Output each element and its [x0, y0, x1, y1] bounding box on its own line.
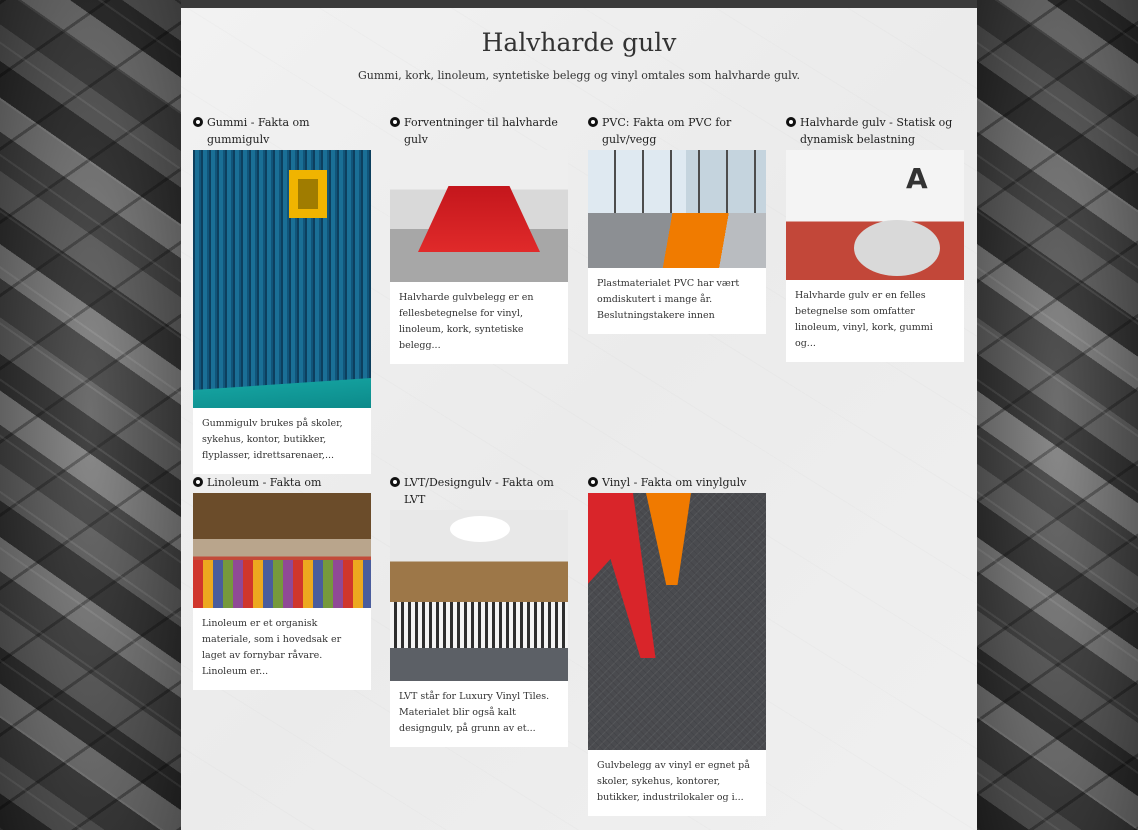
wood-background-left	[0, 0, 181, 830]
card-image[interactable]	[193, 150, 371, 408]
content-panel: Halvharde gulv Gummi, kork, linoleum, sy…	[181, 8, 977, 830]
ceiling-light-shape	[450, 516, 510, 542]
card-title-link[interactable]: Halvharde gulv - Statisk og dynamisk bel…	[786, 114, 964, 148]
card-description: Linoleum er et organisk materiale, som i…	[193, 608, 371, 690]
card-lvt[interactable]: LVT/Designgulv - Fakta om LVT LVT står f…	[390, 474, 568, 747]
card-title-text: Linoleum - Fakta om	[207, 476, 322, 489]
card-title-link[interactable]: Vinyl - Fakta om vinylgulv	[588, 474, 766, 491]
card-title-link[interactable]: LVT/Designgulv - Fakta om LVT	[390, 474, 568, 508]
card-title-link[interactable]: Linoleum - Fakta om	[193, 474, 371, 491]
page-subtitle: Gummi, kork, linoleum, syntetiske belegg…	[358, 69, 800, 82]
card-title-text: Halvharde gulv - Statisk og dynamisk bel…	[800, 116, 953, 146]
orange-chair-shape	[646, 493, 691, 585]
card-title-text: PVC: Fakta om PVC for gulv/vegg	[602, 116, 732, 146]
bullet-icon	[588, 117, 598, 127]
card-title-text: Gummi - Fakta om gummigulv	[207, 116, 310, 146]
card-description: Halvharde gulvbelegg er en fellesbetegne…	[390, 282, 568, 364]
card-pvc[interactable]: PVC: Fakta om PVC for gulv/vegg Plastmat…	[588, 114, 766, 334]
image-letter: A	[906, 162, 928, 195]
bullet-icon	[390, 117, 400, 127]
card-description: Gummigulv brukes på skoler, sykehus, kon…	[193, 408, 371, 474]
card-forventninger[interactable]: Forventninger til halvharde gulv Halvhar…	[390, 114, 568, 364]
card-image[interactable]	[390, 510, 568, 681]
card-title-text: Forventninger til halvharde gulv	[404, 116, 558, 146]
card-gummi[interactable]: Gummi - Fakta om gummigulv Gummigulv bru…	[193, 114, 371, 474]
card-image[interactable]	[193, 493, 371, 608]
card-image[interactable]	[588, 150, 766, 268]
card-linoleum[interactable]: Linoleum - Fakta om Linoleum er et organ…	[193, 474, 371, 690]
card-title-text: LVT/Designgulv - Fakta om LVT	[404, 476, 554, 506]
wine-shelf-shape	[390, 602, 568, 648]
card-image[interactable]	[390, 150, 568, 282]
floor-shape	[588, 213, 766, 268]
card-title-link[interactable]: PVC: Fakta om PVC for gulv/vegg	[588, 114, 766, 148]
card-image[interactable]: A	[786, 150, 964, 280]
window-frame-shape	[588, 150, 766, 213]
colored-tiles-shape	[193, 560, 371, 608]
card-description: Plastmaterialet PVC har vært omdiskutert…	[588, 268, 766, 334]
bullet-icon	[390, 477, 400, 487]
card-statisk[interactable]: Halvharde gulv - Statisk og dynamisk bel…	[786, 114, 964, 362]
card-image[interactable]	[588, 493, 766, 750]
card-description: Halvharde gulv er en felles betegnelse s…	[786, 280, 964, 362]
wood-background-right	[977, 0, 1138, 830]
card-title-text: Vinyl - Fakta om vinylgulv	[602, 476, 747, 489]
card-description: LVT står for Luxury Vinyl Tiles. Materia…	[390, 681, 568, 747]
card-description: Gulvbelegg av vinyl er egnet på skoler, …	[588, 750, 766, 816]
bullet-icon	[588, 477, 598, 487]
bullet-icon	[193, 117, 203, 127]
bullet-icon	[193, 477, 203, 487]
card-vinyl[interactable]: Vinyl - Fakta om vinylgulv Gulvbelegg av…	[588, 474, 766, 816]
floor-disc-shape	[854, 220, 940, 276]
red-stairs-shape	[418, 186, 540, 252]
page-title: Halvharde gulv	[481, 28, 677, 57]
card-title-link[interactable]: Forventninger til halvharde gulv	[390, 114, 568, 148]
bullet-icon	[786, 117, 796, 127]
card-title-link[interactable]: Gummi - Fakta om gummigulv	[193, 114, 371, 148]
window-shape	[289, 170, 327, 218]
